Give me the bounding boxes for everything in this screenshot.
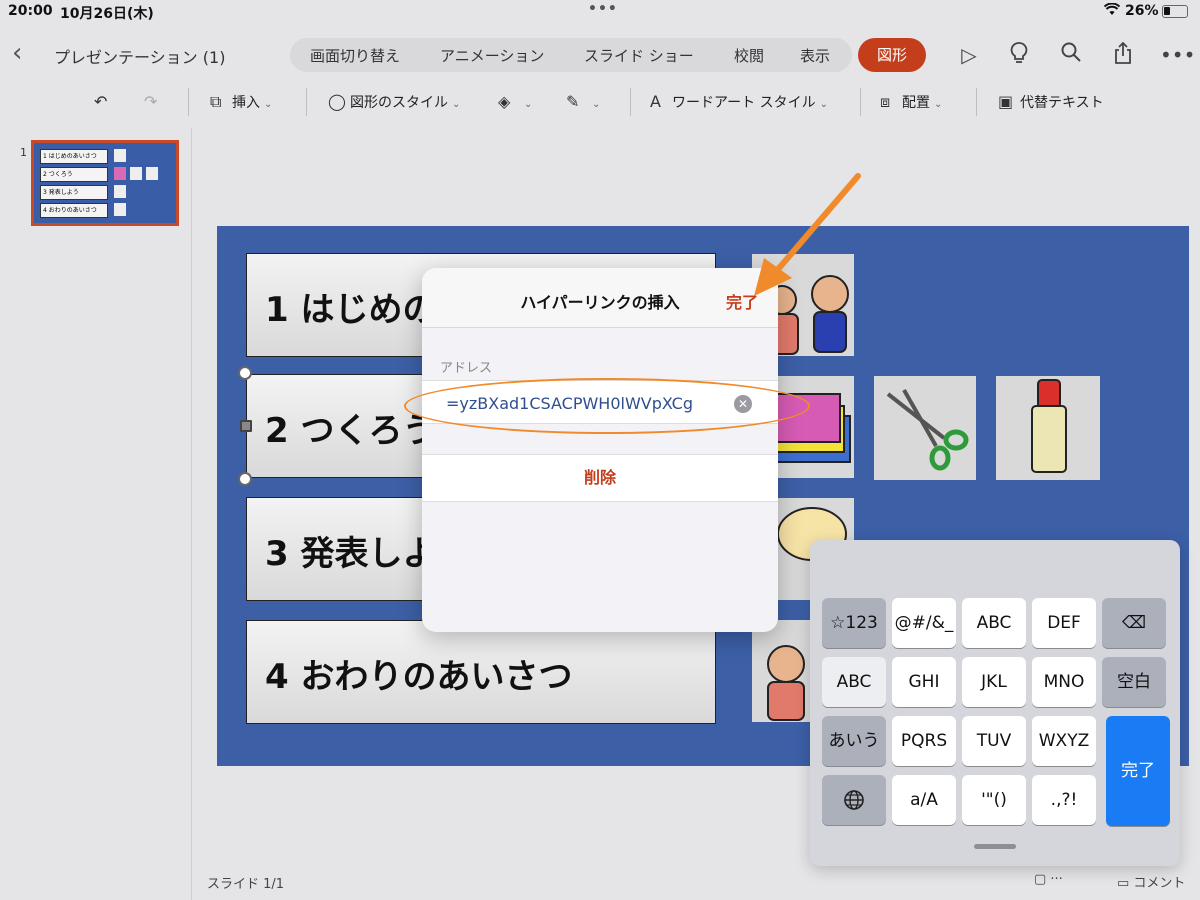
multitasking-dots-icon[interactable]: ••• <box>588 1 618 17</box>
key-wxyz[interactable]: WXYZ <box>1032 716 1096 766</box>
key-numbers[interactable]: ☆123 <box>822 598 886 648</box>
wifi-icon <box>1103 2 1121 20</box>
thumbnail-item-3: 3 発表しよう <box>40 185 108 200</box>
insert-shape-button[interactable]: ⧉ 挿入 ⌄ <box>210 92 272 112</box>
tab-shape[interactable]: 図形 <box>858 38 926 72</box>
glue-picture[interactable] <box>996 376 1100 480</box>
alt-text-icon: ▣ <box>998 92 1014 111</box>
divider <box>860 88 861 116</box>
key-enter-done[interactable]: 完了 <box>1106 716 1170 826</box>
paint-bucket-icon: ◈ <box>498 92 511 111</box>
lightbulb-icon[interactable] <box>1006 42 1032 68</box>
key-abc[interactable]: ABC <box>962 598 1026 648</box>
resize-handle[interactable] <box>238 366 252 380</box>
thumbnail-number: 1 <box>20 146 27 159</box>
slide-count: スライド 1/1 <box>207 877 285 892</box>
back-chevron-icon[interactable]: ‹ <box>12 40 22 66</box>
hyperlink-dialog: ハイパーリンクの挿入 完了 アドレス =yzBXad1CSACPWH0lWVpX… <box>422 268 778 632</box>
divider <box>306 88 307 116</box>
play-icon[interactable]: ▷ <box>956 42 982 68</box>
comment-button[interactable]: ▭ コメント <box>1117 872 1185 891</box>
fill-color-button[interactable]: ◈ ⌄ <box>498 92 532 111</box>
shape-style-icon: ◯ <box>328 92 346 111</box>
comment-icon: ▭ <box>1117 876 1134 891</box>
resize-handle[interactable] <box>240 420 252 432</box>
tab-slideshow[interactable]: スライド ショー <box>584 45 694 66</box>
thumbnail-picture <box>114 149 126 162</box>
battery-icon <box>1162 5 1188 18</box>
thumbnail-picture <box>114 167 126 180</box>
tab-transitions[interactable]: 画面切り替え <box>310 45 400 66</box>
address-label: アドレス <box>440 361 493 376</box>
arrow-annotation-icon <box>754 173 861 296</box>
key-punctuation[interactable]: .,?! <box>1032 775 1096 825</box>
status-time: 20:00 <box>8 3 53 19</box>
thumbnail-item-2: 2 つくろう <box>40 167 108 182</box>
globe-icon[interactable] <box>822 775 886 825</box>
onscreen-keyboard: ☆123 @#/&_ ABC DEF ⌫ ABC GHI JKL MNO 空白 … <box>810 540 1180 866</box>
insert-shape-icon: ⧉ <box>210 92 222 111</box>
slide-item-text: 1 はじめの <box>265 290 437 330</box>
key-case[interactable]: a/A <box>892 775 956 825</box>
keyboard-handle[interactable] <box>974 844 1016 849</box>
arrange-button[interactable]: ⧈ 配置 ⌄ <box>880 92 942 112</box>
divider <box>188 88 189 116</box>
more-icon[interactable]: ••• <box>1160 42 1195 68</box>
undo-icon[interactable]: ↶ <box>94 92 116 111</box>
key-space[interactable]: 空白 <box>1102 657 1166 707</box>
search-icon[interactable] <box>1058 42 1084 68</box>
slide-item-text: 4 おわりのあいさつ <box>265 657 573 697</box>
slide-item-4[interactable]: 4 おわりのあいさつ <box>246 620 716 724</box>
arrange-icon: ⧈ <box>880 92 891 111</box>
dialog-title: ハイパーリンクの挿入 <box>520 293 680 312</box>
thumbnail-picture <box>146 167 158 180</box>
key-ghi[interactable]: GHI <box>892 657 956 707</box>
thumbnail-item-1: 1 はじめのあいさつ <box>40 149 108 164</box>
thumbnail-item-4: 4 おわりのあいさつ <box>40 203 108 218</box>
key-tuv[interactable]: TUV <box>962 716 1026 766</box>
key-pqrs[interactable]: PQRS <box>892 716 956 766</box>
slide-thumbnail[interactable]: 1 はじめのあいさつ 2 つくろう 3 発表しよう 4 おわりのあいさつ <box>31 140 179 226</box>
redo-icon[interactable]: ↷ <box>144 92 166 111</box>
key-def[interactable]: DEF <box>1032 598 1096 648</box>
document-title[interactable]: プレゼンテーション (1) <box>54 44 225 68</box>
divider <box>630 88 631 116</box>
shape-ribbon: ↶ ↷ ⧉ 挿入 ⌄ ◯ 図形のスタイル ⌄ ◈ ⌄ ✎ ⌄ A ワードアート スタイル ⌄ ⧈… <box>0 82 1200 122</box>
share-icon[interactable] <box>1110 41 1136 68</box>
thumbnail-picture <box>130 167 142 180</box>
tab-review[interactable]: 校閲 <box>734 45 764 66</box>
key-jkl[interactable]: JKL <box>962 657 1026 707</box>
notes-icon[interactable]: ▢ ··· <box>1034 872 1063 887</box>
pen-icon: ✎ <box>566 92 580 111</box>
wordart-style-button[interactable]: A ワードアート スタイル ⌄ <box>650 92 828 112</box>
key-abc-mode[interactable]: ABC <box>822 657 886 707</box>
top-toolbar: ‹ プレゼンテーション (1) 画面切り替え アニメーション スライド ショー … <box>0 28 1200 82</box>
backspace-icon[interactable]: ⌫ <box>1102 598 1166 648</box>
line-color-button[interactable]: ✎ ⌄ <box>566 92 600 111</box>
thumbnail-picture <box>114 185 126 198</box>
resize-handle[interactable] <box>238 472 252 486</box>
status-bar: 20:00 10月26日(木) ••• 26% <box>0 0 1200 24</box>
scissors-picture[interactable] <box>874 376 976 480</box>
thumbnail-picture <box>114 203 126 216</box>
status-date: 10月26日(木) <box>60 6 154 22</box>
tab-animations[interactable]: アニメーション <box>440 45 544 66</box>
slide-item-text: 3 発表しよ <box>265 534 437 574</box>
key-quotes[interactable]: '"() <box>962 775 1026 825</box>
shape-style-button[interactable]: ◯ 図形のスタイル ⌄ <box>328 92 460 112</box>
slide-thumbnail-panel: 1 1 はじめのあいさつ 2 つくろう 3 発表しよう 4 おわりのあいさつ <box>0 128 192 900</box>
key-kana-mode[interactable]: あいう <box>822 716 886 766</box>
key-mno[interactable]: MNO <box>1032 657 1096 707</box>
battery-percent: 26% <box>1125 3 1159 19</box>
key-symbols[interactable]: @#/&_ <box>892 598 956 648</box>
delete-link-button[interactable]: 削除 <box>422 454 778 502</box>
alt-text-button[interactable]: ▣ 代替テキスト <box>998 92 1104 112</box>
wordart-icon: A <box>650 92 661 111</box>
highlight-oval-annotation <box>404 378 810 434</box>
divider <box>976 88 977 116</box>
tab-view[interactable]: 表示 <box>800 45 830 66</box>
